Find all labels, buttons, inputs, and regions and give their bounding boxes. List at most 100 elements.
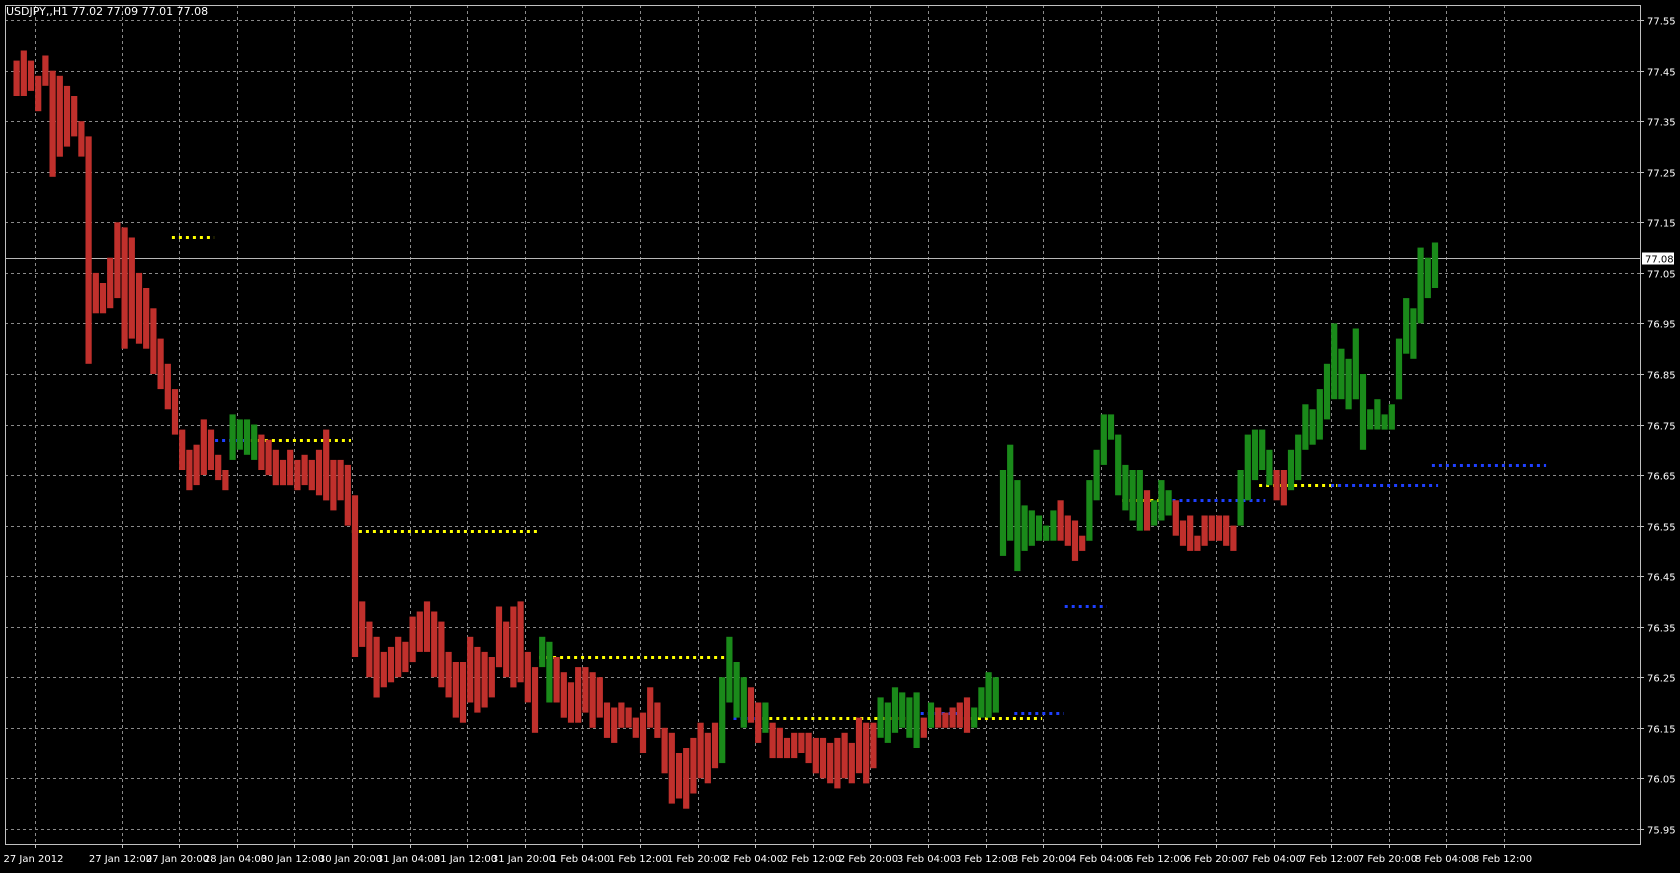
price-bar bbox=[819, 737, 827, 779]
price-bar bbox=[35, 75, 42, 112]
y-tick-label: 77.35 bbox=[1647, 118, 1676, 129]
price-bar bbox=[762, 702, 769, 733]
price-bar bbox=[1331, 323, 1338, 400]
price-bar bbox=[1431, 242, 1439, 288]
price-bar bbox=[690, 737, 697, 794]
price-bar bbox=[963, 697, 971, 733]
price-bar bbox=[711, 722, 719, 769]
price-bar bbox=[186, 449, 193, 491]
price-bar bbox=[1043, 525, 1050, 541]
price-bar bbox=[575, 667, 582, 723]
price-bar bbox=[733, 662, 740, 718]
price-bar bbox=[1287, 449, 1295, 491]
price-bar bbox=[1028, 510, 1035, 546]
price-bar bbox=[27, 60, 35, 91]
y-tick-label: 77.25 bbox=[1647, 169, 1676, 180]
price-bar bbox=[1107, 414, 1115, 440]
x-tick-label: 3 Feb 12:00 bbox=[955, 854, 1014, 865]
chart-window[interactable]: 77.55 77.45 77.35 77.25 77.15 77.05 76.95 76.85… bbox=[0, 0, 1680, 869]
price-bar bbox=[395, 636, 402, 678]
price-bar bbox=[1136, 470, 1143, 531]
y-tick-label: 76.15 bbox=[1647, 725, 1676, 736]
price-bar bbox=[193, 444, 200, 486]
price-bar bbox=[740, 677, 747, 728]
price-bar bbox=[1388, 404, 1395, 430]
price-bar bbox=[848, 742, 855, 784]
x-tick-label: 7 Feb 12:00 bbox=[1300, 854, 1359, 865]
price-bar bbox=[459, 662, 467, 723]
price-bar bbox=[150, 308, 157, 374]
price-bar bbox=[42, 55, 49, 86]
price-bar bbox=[683, 748, 690, 809]
price-bar bbox=[567, 682, 575, 723]
x-tick-label: 28 Jan 04:00 bbox=[204, 854, 267, 865]
price-bar bbox=[452, 662, 459, 718]
price-bar bbox=[1237, 470, 1244, 526]
price-bar bbox=[1201, 515, 1208, 546]
price-bar bbox=[71, 96, 78, 137]
x-tick-label: 8 Feb 04:00 bbox=[1415, 854, 1474, 865]
current-price-label: 77.08 bbox=[1645, 255, 1674, 266]
price-bar bbox=[78, 121, 85, 157]
price-bar bbox=[265, 439, 272, 476]
price-bar bbox=[935, 707, 942, 728]
price-bar bbox=[1302, 404, 1309, 450]
x-tick-label: 1 Feb 04:00 bbox=[551, 854, 610, 865]
price-bar bbox=[13, 60, 20, 96]
price-bar bbox=[999, 470, 1007, 556]
price-bar bbox=[776, 727, 783, 759]
price-bar bbox=[323, 429, 330, 501]
y-tick-label: 76.65 bbox=[1647, 472, 1676, 483]
price-bar bbox=[510, 606, 517, 688]
price-bar bbox=[1280, 470, 1287, 506]
price-chart[interactable]: 77.55 77.45 77.35 77.25 77.15 77.05 76.95 76.85… bbox=[0, 0, 1680, 869]
price-bar bbox=[1424, 257, 1431, 299]
x-tick-label: 2 Feb 20:00 bbox=[839, 854, 898, 865]
x-tick-label: 3 Feb 04:00 bbox=[897, 854, 956, 865]
price-bar bbox=[956, 702, 963, 728]
price-bar bbox=[978, 687, 985, 718]
price-bar bbox=[1223, 515, 1230, 546]
y-tick-label: 77.45 bbox=[1647, 68, 1676, 79]
price-bar bbox=[128, 237, 135, 339]
price-bar bbox=[1057, 500, 1064, 541]
price-bar bbox=[236, 419, 243, 450]
price-bar bbox=[1374, 399, 1381, 430]
y-tick-label: 77.15 bbox=[1647, 219, 1676, 230]
price-bar bbox=[546, 641, 553, 703]
price-bar bbox=[438, 621, 445, 688]
price-bar bbox=[675, 753, 683, 799]
price-bar bbox=[431, 611, 438, 678]
x-tick-label: 31 Jan 20:00 bbox=[492, 854, 555, 865]
price-bar bbox=[783, 737, 791, 759]
y-tick-label: 76.55 bbox=[1647, 523, 1676, 534]
x-tick-label: 7 Feb 04:00 bbox=[1243, 854, 1302, 865]
price-bar bbox=[164, 363, 171, 410]
price-bar bbox=[1151, 500, 1158, 526]
y-tick-label: 76.75 bbox=[1647, 422, 1676, 433]
price-bar bbox=[596, 677, 603, 718]
price-bar bbox=[337, 459, 344, 501]
price-bar bbox=[1143, 490, 1151, 531]
chart-header: USDJPY,,H1 77.02 77.09 77.01 77.08 bbox=[6, 5, 208, 18]
price-bar bbox=[1251, 429, 1259, 481]
y-tick-label: 76.45 bbox=[1647, 573, 1676, 584]
x-tick-label: 27 Jan 20:00 bbox=[146, 854, 209, 865]
price-bar bbox=[661, 727, 668, 774]
price-bar bbox=[467, 636, 474, 703]
price-bar bbox=[553, 657, 560, 703]
price-bar bbox=[416, 611, 423, 652]
price-bar bbox=[798, 732, 805, 753]
price-bar bbox=[171, 389, 179, 435]
price-bar bbox=[114, 222, 121, 299]
price-bar bbox=[906, 697, 913, 738]
y-tick-label: 76.85 bbox=[1647, 371, 1676, 382]
price-bar bbox=[56, 75, 63, 157]
price-bar bbox=[63, 85, 71, 147]
price-bar bbox=[719, 677, 726, 764]
price-bar bbox=[949, 707, 956, 728]
price-bar bbox=[20, 50, 27, 96]
price-bar bbox=[1014, 480, 1021, 572]
price-bar bbox=[1316, 389, 1323, 440]
price-bar bbox=[481, 651, 488, 708]
